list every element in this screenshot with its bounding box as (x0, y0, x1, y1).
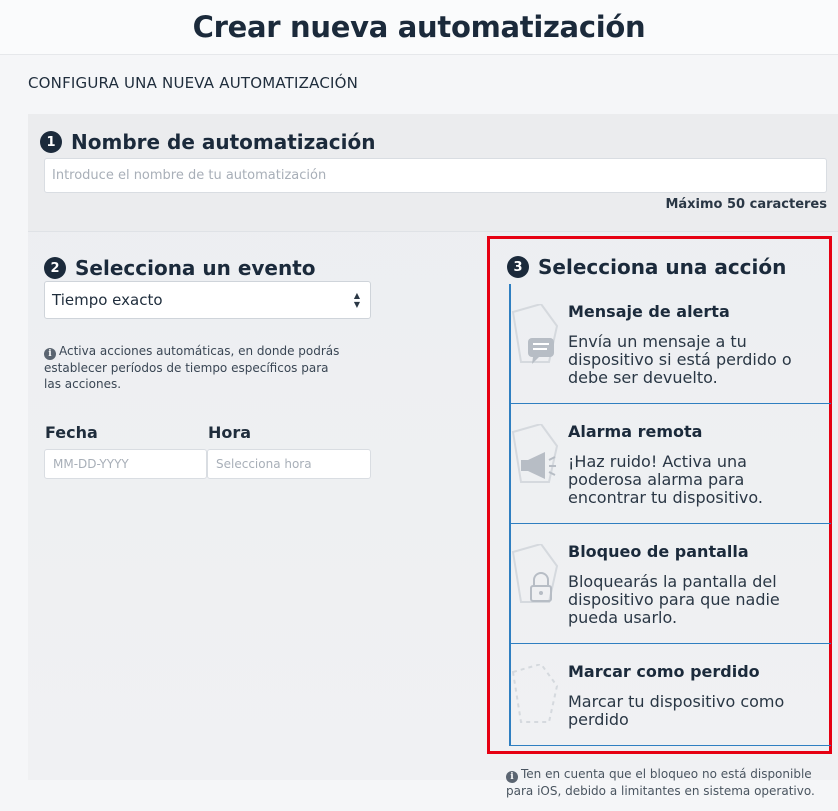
action-item-alert-message[interactable]: Mensaje de alerta Envía un mensaje a tu … (511, 284, 831, 404)
hexagon-dashed-icon (511, 662, 559, 724)
action-step-header: 3 Selecciona una acción (507, 255, 786, 279)
section-label: CONFIGURA UNA NUEVA AUTOMATIZACIÓN (28, 74, 359, 92)
action-title: Marcar como perdido (568, 662, 760, 681)
event-info: i Activa acciones automáticas, en donde p… (44, 343, 344, 392)
automation-name-input[interactable] (44, 158, 827, 193)
megaphone-icon (511, 422, 559, 484)
name-step-title: Nombre de automatización (71, 130, 376, 154)
action-item-remote-alarm[interactable]: Alarma remota ¡Haz ruido! Activa una pod… (511, 404, 831, 524)
action-list: Mensaje de alerta Envía un mensaje a tu … (509, 284, 831, 746)
message-bubble-icon (511, 302, 559, 364)
lock-icon (511, 542, 559, 604)
event-step-header: 2 Selecciona un evento (44, 256, 316, 280)
step-number-badge: 2 (44, 257, 66, 279)
action-description: Bloquearás la pantalla del dispositivo p… (568, 572, 780, 627)
event-select[interactable]: Tiempo exacto ▲ ▼ (44, 281, 371, 319)
time-label: Hora (208, 423, 252, 442)
info-icon: i (506, 771, 518, 783)
action-title: Alarma remota (568, 422, 703, 441)
action-item-screen-lock[interactable]: Bloqueo de pantalla Bloquearás la pantal… (511, 524, 831, 644)
action-description: Envía un mensaje a tu dispositivo si est… (568, 332, 792, 387)
max-characters-note: Máximo 50 caracteres (665, 197, 827, 212)
select-arrows-icon: ▲ ▼ (353, 291, 361, 309)
date-label: Fecha (45, 423, 98, 442)
action-title: Mensaje de alerta (568, 302, 730, 321)
step-number-badge: 3 (507, 256, 529, 278)
step-number-badge: 1 (40, 131, 62, 153)
page-title: Crear nueva automatización (192, 10, 646, 44)
name-step-block: 1 Nombre de automatización Máximo 50 car… (28, 114, 838, 232)
time-input[interactable] (207, 449, 371, 479)
event-select-value: Tiempo exacto (52, 291, 163, 309)
action-step-title: Selecciona una acción (538, 255, 787, 279)
page-header: Crear nueva automatización (0, 0, 838, 55)
ios-lock-note-text: Ten en cuenta que el bloqueo no está dis… (506, 767, 815, 798)
ios-lock-note: i Ten en cuenta que el bloqueo no está di… (506, 766, 826, 799)
event-info-text: Activa acciones automáticas, en donde po… (44, 344, 340, 391)
action-description: ¡Haz ruido! Activa una poderosa alarma p… (568, 452, 763, 507)
action-item-mark-lost[interactable]: Marcar como perdido Marcar tu dispositiv… (511, 644, 831, 746)
date-input[interactable] (44, 449, 207, 479)
action-title: Bloqueo de pantalla (568, 542, 749, 561)
event-step-title: Selecciona un evento (75, 256, 316, 280)
name-step-header: 1 Nombre de automatización (40, 130, 375, 154)
automation-form-panel: 1 Nombre de automatización Máximo 50 car… (28, 114, 838, 780)
action-step-block: 3 Selecciona una acción Mensaje de alert… (487, 236, 832, 754)
action-description: Marcar tu dispositivo como perdido (568, 692, 785, 729)
info-icon: i (44, 348, 56, 360)
